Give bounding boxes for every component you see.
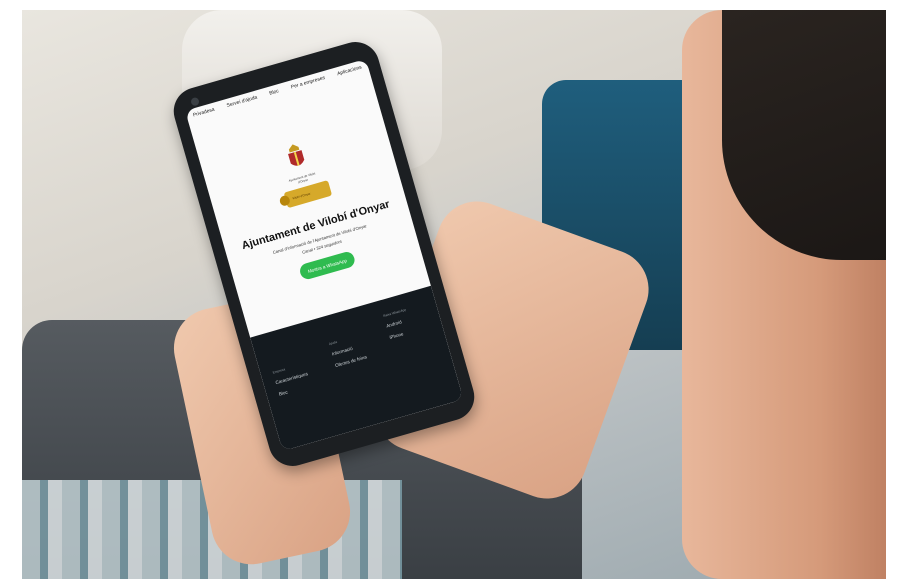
footer-link[interactable]: Informació [331,343,364,357]
phone-screen: Privadesa Servei d'ajuda Bloc Per a empr… [185,58,464,452]
footer-col-ajuda: Ajuda Informació Ofertes de feina [328,333,369,375]
footer-link[interactable]: Ofertes de feina [335,354,368,368]
footer: Empresa Característiques Bloc Ajuda Info… [250,285,464,452]
crest-icon [288,144,305,166]
seal-dot-icon [278,194,291,207]
nav-privadesa[interactable]: Privadesa [192,107,217,127]
nav-aplicacions[interactable]: Aplicacions [336,65,364,85]
top-nav: Privadesa Servei d'ajuda Bloc Per a empr… [186,63,371,128]
nav-per-empreses[interactable]: Per a empreses [290,75,328,98]
footer-link[interactable]: Bloc [278,383,312,396]
phone-wrap: Privadesa Servei d'ajuda Bloc Per a empr… [168,36,480,472]
nav-bloc[interactable]: Bloc [269,88,282,104]
photo-frame: Privadesa Servei d'ajuda Bloc Per a empr… [22,10,886,579]
camera-icon [190,96,200,107]
footer-link[interactable]: iPhone [389,329,413,340]
footer-link[interactable]: Característiques [275,371,309,385]
smartphone: Privadesa Servei d'ajuda Bloc Per a empr… [168,36,480,472]
nav-servei-ajuda[interactable]: Servei d'ajuda [226,94,260,116]
footer-heading: Baixa WhatsApp [382,307,407,318]
footer-link[interactable]: Android [386,317,410,328]
footer-col-baixa: Baixa WhatsApp Android iPhone [383,308,415,347]
seal-caption: Vilobí d'Onyar [291,191,312,201]
footer-col-empresa: Empresa Característiques Bloc [272,362,314,404]
background-scene: Privadesa Servei d'ajuda Bloc Per a empr… [22,10,886,579]
whatsapp-cta-button[interactable]: Mostra a WhatsApp [298,250,357,281]
